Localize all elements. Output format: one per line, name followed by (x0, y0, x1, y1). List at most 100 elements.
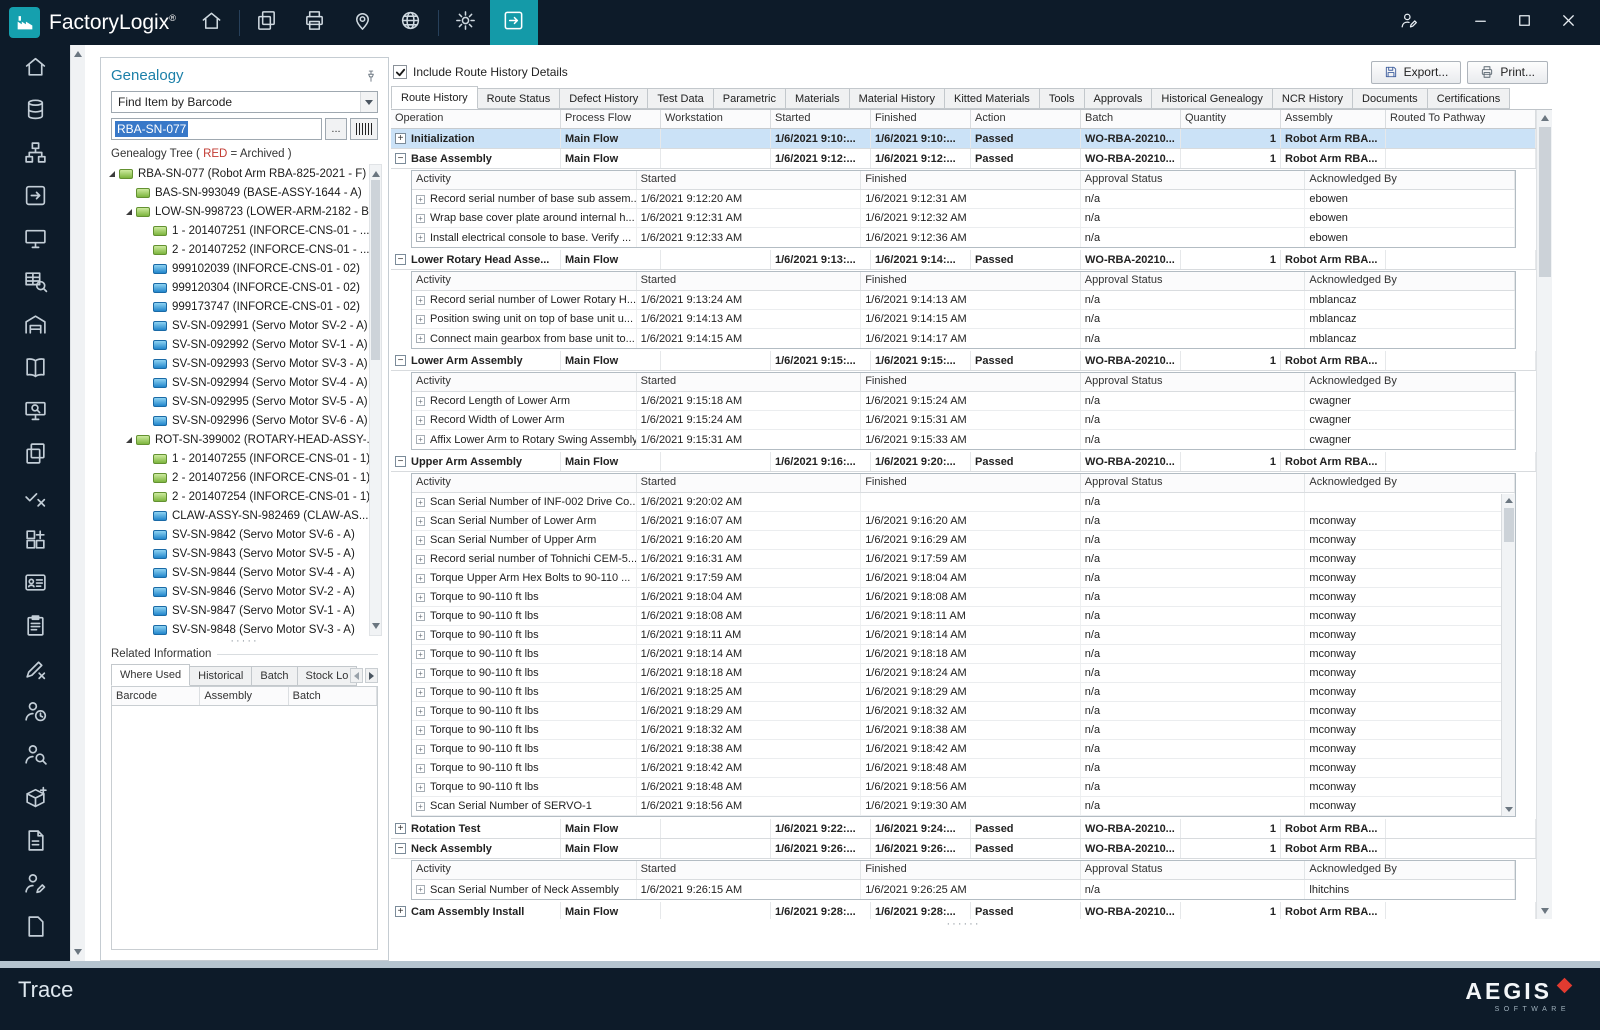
col-header-operation[interactable]: Operation (391, 110, 561, 128)
sidebar-item-id-card[interactable] (0, 563, 70, 606)
sidebar-item-trace[interactable] (0, 176, 70, 219)
tree-scrollbar[interactable] (369, 164, 382, 636)
activity-row[interactable]: +Record Length of Lower Arm1/6/2021 9:15… (412, 392, 1515, 411)
sidebar-item-monitor[interactable] (0, 219, 70, 262)
tree-item[interactable]: SV-SN-9848 (Servo Motor SV-3 - A) (105, 620, 388, 636)
col-header-assembly[interactable]: Assembly (1281, 110, 1386, 128)
sidebar-item-sitemap[interactable] (0, 133, 70, 176)
activity-row[interactable]: +Record Width of Lower Arm1/6/2021 9:15:… (412, 411, 1515, 430)
activity-expand-icon[interactable]: + (416, 195, 425, 204)
related-tab-where-used[interactable]: Where Used (111, 664, 190, 686)
sidebar-item-pages[interactable] (0, 434, 70, 477)
include-details-checkbox[interactable]: Include Route History Details (393, 65, 568, 79)
sidebar-item-doc-tag[interactable] (0, 821, 70, 864)
user-edit-button[interactable] (1386, 0, 1430, 45)
barcode-scan-button[interactable] (350, 118, 378, 140)
printer-button[interactable] (291, 0, 339, 45)
tab-scroll-left-icon[interactable] (350, 668, 363, 683)
activity-row[interactable]: +Torque to 90-110 ft lbs1/6/2021 9:18:38… (412, 740, 1515, 759)
activity-row[interactable]: +Scan Serial Number of Upper Arm1/6/2021… (412, 531, 1515, 550)
activity-row[interactable]: +Torque to 90-110 ft lbs1/6/2021 9:18:32… (412, 721, 1515, 740)
scroll-up-icon[interactable] (74, 51, 82, 57)
activity-row[interactable]: +Record serial number of base sub assem.… (412, 190, 1515, 209)
tree-item[interactable]: SV-SN-092991 (Servo Motor SV-2 - A) (105, 316, 388, 335)
scrollbar-thumb[interactable] (371, 180, 380, 360)
collapse-icon[interactable]: − (395, 843, 406, 854)
activity-expand-icon[interactable]: + (416, 764, 425, 773)
sidebar-item-person-search[interactable] (0, 735, 70, 778)
related-tab-stock-lo[interactable]: Stock Lo (297, 666, 358, 686)
gear-button[interactable] (442, 0, 490, 45)
activity-row[interactable]: +Torque to 90-110 ft lbs1/6/2021 9:18:11… (412, 626, 1515, 645)
tab-defect-history[interactable]: Defect History (559, 88, 648, 109)
related-tab-historical[interactable]: Historical (189, 666, 252, 686)
trace-button[interactable] (490, 0, 538, 45)
tab-test-data[interactable]: Test Data (647, 88, 713, 109)
collapse-icon[interactable]: − (395, 456, 406, 467)
sidebar-item-clipboard[interactable] (0, 606, 70, 649)
tree-item[interactable]: LOW-SN-998723 (LOWER-ARM-2182 - B) (105, 202, 388, 221)
activity-expand-icon[interactable]: + (416, 593, 425, 602)
collapse-icon[interactable]: − (395, 254, 406, 265)
sidebar-item-monitor-search[interactable] (0, 391, 70, 434)
activity-expand-icon[interactable]: + (416, 334, 425, 343)
scroll-down-icon[interactable] (372, 623, 380, 629)
browse-button[interactable]: ... (325, 118, 347, 140)
activity-expand-icon[interactable]: + (416, 214, 425, 223)
tree-expanded-icon[interactable] (109, 171, 115, 177)
activity-expand-icon[interactable]: + (416, 315, 425, 324)
activity-expand-icon[interactable]: + (416, 435, 425, 444)
tree-item[interactable]: 2 - 201407252 (INFORCE-CNS-01 - ...) (105, 240, 388, 259)
operation-row[interactable]: +InitializationMain Flow1/6/2021 9:10:..… (391, 129, 1536, 149)
activity-expand-icon[interactable]: + (416, 885, 425, 894)
tab-kitted-materials[interactable]: Kitted Materials (944, 88, 1040, 109)
activity-row[interactable]: +Torque to 90-110 ft lbs1/6/2021 9:18:25… (412, 683, 1515, 702)
activity-expand-icon[interactable]: + (416, 536, 425, 545)
home-button[interactable] (188, 0, 236, 45)
expand-icon[interactable]: + (395, 133, 406, 144)
tree-item[interactable]: SV-SN-9847 (Servo Motor SV-1 - A) (105, 601, 388, 620)
sidebar-item-box-add[interactable] (0, 778, 70, 821)
sidebar-item-home[interactable] (0, 47, 70, 90)
operation-row[interactable]: −Base AssemblyMain Flow1/6/2021 9:12:...… (391, 149, 1536, 169)
scroll-down-icon[interactable] (1541, 908, 1549, 914)
tree-item[interactable]: SV-SN-9844 (Servo Motor SV-4 - A) (105, 563, 388, 582)
activity-row[interactable]: +Scan Serial Number of Neck Assembly1/6/… (412, 880, 1515, 899)
tab-route-history[interactable]: Route History (391, 86, 478, 109)
tree-item[interactable]: SV-SN-092995 (Servo Motor SV-5 - A) (105, 392, 388, 411)
sidebar-item-blocks[interactable] (0, 520, 70, 563)
tree-item[interactable]: 1 - 201407251 (INFORCE-CNS-01 - ...) (105, 221, 388, 240)
splitter-handle[interactable]: ····· (101, 636, 388, 646)
activity-row[interactable]: +Install electrical console to base. Ver… (412, 228, 1515, 247)
activity-scrollbar[interactable] (1501, 494, 1515, 816)
activity-expand-icon[interactable]: + (416, 669, 425, 678)
activity-row[interactable]: +Torque to 90-110 ft lbs1/6/2021 9:18:08… (412, 607, 1515, 626)
tree-expanded-icon[interactable] (126, 437, 132, 443)
col-header-batch[interactable]: Batch (1081, 110, 1181, 128)
map-pin-button[interactable] (339, 0, 387, 45)
activity-row[interactable]: +Record serial number of Tohnichi CEM-5.… (412, 550, 1515, 569)
tab-route-status[interactable]: Route Status (477, 88, 561, 109)
splitter-handle[interactable]: ······ (391, 919, 1536, 929)
operation-row[interactable]: −Lower Arm AssemblyMain Flow1/6/2021 9:1… (391, 351, 1536, 371)
activity-row[interactable]: +Connect main gearbox from base unit to.… (412, 329, 1515, 348)
sidebar-scrollbar[interactable] (70, 45, 85, 961)
tree-expanded-icon[interactable] (126, 209, 132, 215)
tree-item[interactable]: BAS-SN-993049 (BASE-ASSY-1644 - A) (105, 183, 388, 202)
search-type-dropdown[interactable]: Find Item by Barcode (111, 91, 378, 113)
scroll-up-icon[interactable] (372, 171, 380, 177)
expand-icon[interactable]: + (395, 823, 406, 834)
activity-row[interactable]: +Scan Serial Number of INF-002 Drive Co.… (412, 493, 1515, 512)
tab-historical-genealogy[interactable]: Historical Genealogy (1151, 88, 1273, 109)
sidebar-item-doc-half[interactable] (0, 907, 70, 950)
tab-documents[interactable]: Documents (1352, 88, 1428, 109)
tab-material-history[interactable]: Material History (849, 88, 945, 109)
activity-expand-icon[interactable]: + (416, 650, 425, 659)
col-header-quantity[interactable]: Quantity (1181, 110, 1281, 128)
operation-row[interactable]: −Upper Arm AssemblyMain Flow1/6/2021 9:1… (391, 452, 1536, 472)
sidebar-item-check-x[interactable] (0, 477, 70, 520)
operation-row[interactable]: −Neck AssemblyMain Flow1/6/2021 9:26:...… (391, 839, 1536, 859)
tab-certifications[interactable]: Certifications (1427, 88, 1511, 109)
tree-item[interactable]: 999102039 (INFORCE-CNS-01 - 02) (105, 259, 388, 278)
activity-row[interactable]: +Record serial number of Lower Rotary H.… (412, 291, 1515, 310)
